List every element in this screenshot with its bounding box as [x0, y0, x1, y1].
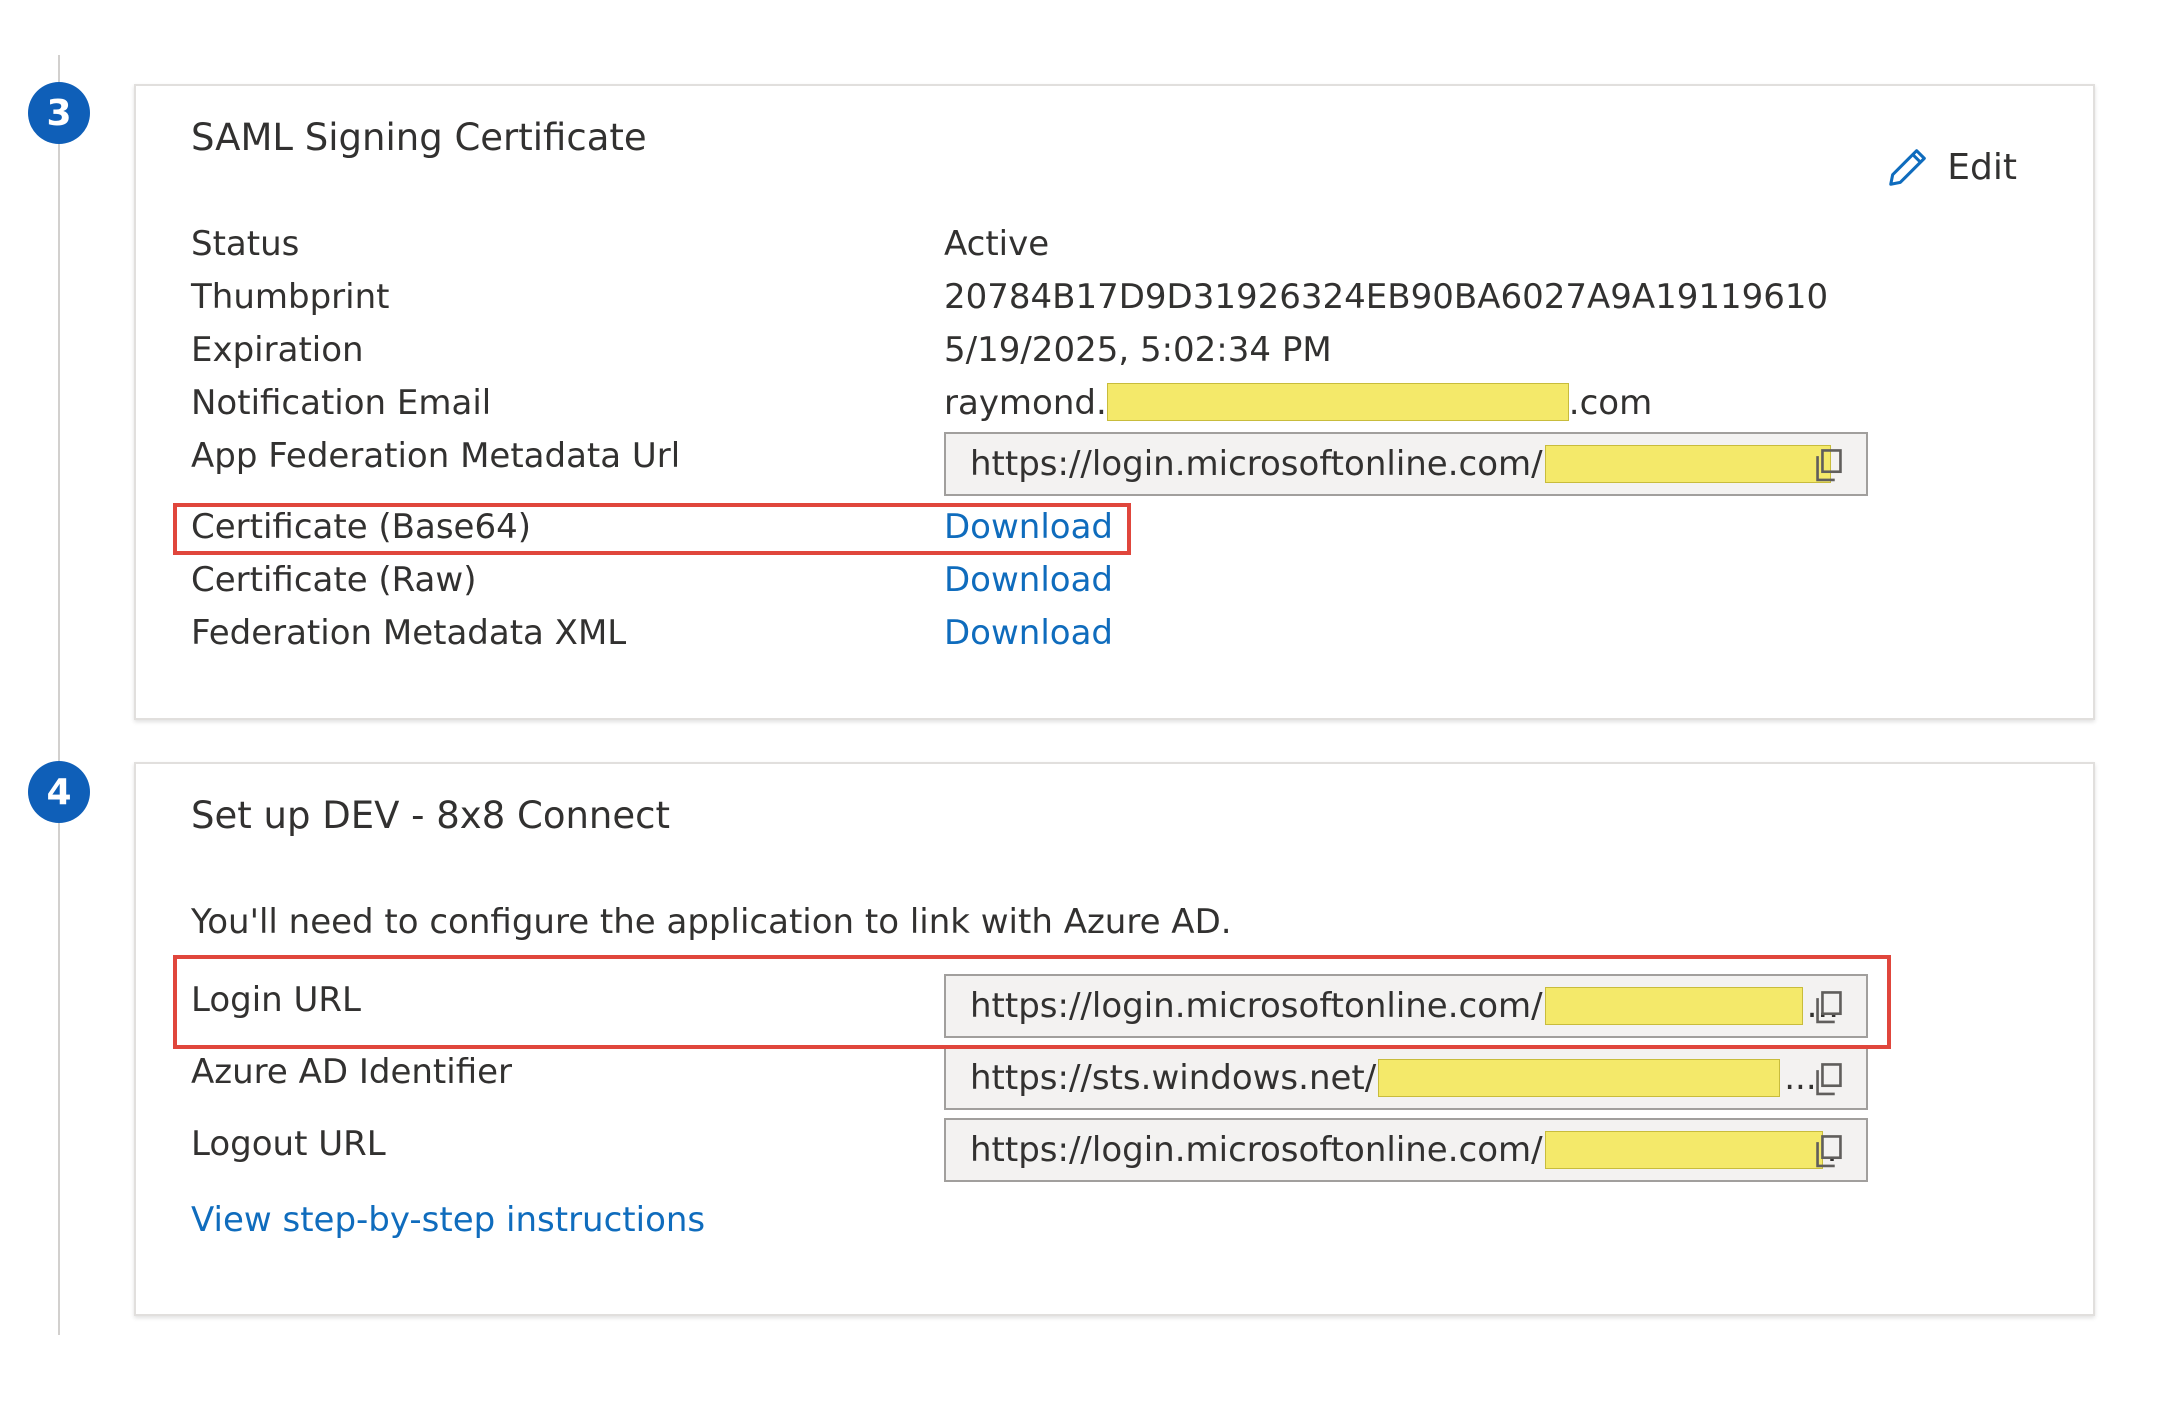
setup-card-title: Set up DEV - 8x8 Connect: [191, 794, 670, 837]
step-4-badge: 4: [28, 761, 90, 823]
thumbprint-value: 20784B17D9D31926324EB90BA6027A9A19119610: [944, 277, 1829, 317]
login-url-field[interactable]: https://login.microsoftonline.com/ ...: [944, 974, 1868, 1038]
thumbprint-label: Thumbprint: [191, 277, 390, 317]
certificate-base64-download-link[interactable]: Download: [944, 505, 1113, 549]
pencil-icon: [1889, 149, 1927, 186]
view-instructions-link[interactable]: View step-by-step instructions: [191, 1198, 705, 1242]
azure-ad-identifier-redaction: [1378, 1059, 1781, 1097]
federation-metadata-xml-label: Federation Metadata XML: [191, 613, 627, 653]
login-url-label: Login URL: [191, 980, 361, 1020]
step-timeline: [58, 55, 60, 1335]
notification-email-value: raymond. .com: [944, 381, 1652, 425]
azure-ad-identifier-label: Azure AD Identifier: [191, 1052, 513, 1092]
edit-button[interactable]: Edit: [1885, 144, 2017, 190]
metadata-url-text: https://login.microsoftonline.com/: [970, 444, 1543, 484]
logout-url-label: Logout URL: [191, 1124, 386, 1164]
azure-ad-identifier-text: https://sts.windows.net/: [970, 1058, 1377, 1098]
setup-description: You'll need to configure the application…: [191, 902, 1232, 942]
status-label: Status: [191, 224, 300, 264]
saml-signing-certificate-card: SAML Signing Certificate Edit Status Act…: [134, 84, 2095, 720]
metadata-url-label: App Federation Metadata Url: [191, 436, 681, 476]
certificate-base64-label: Certificate (Base64): [191, 507, 531, 547]
login-url-redaction: [1544, 987, 1803, 1025]
email-prefix: raymond.: [944, 383, 1107, 423]
edit-label: Edit: [1947, 146, 2017, 188]
certificate-raw-download-link[interactable]: Download: [944, 558, 1113, 602]
certificate-raw-label: Certificate (Raw): [191, 560, 477, 600]
step-3-badge: 3: [28, 82, 90, 144]
logout-url-redaction: [1544, 1131, 1823, 1169]
copy-icon[interactable]: [1812, 448, 1846, 484]
metadata-url-field[interactable]: https://login.microsoftonline.com/: [944, 432, 1868, 496]
copy-icon[interactable]: [1812, 1134, 1846, 1170]
federation-metadata-xml-download-link[interactable]: Download: [944, 611, 1113, 655]
setup-application-card: Set up DEV - 8x8 Connect You'll need to …: [134, 762, 2095, 1316]
logout-url-field[interactable]: https://login.microsoftonline.com/ .: [944, 1118, 1868, 1182]
azure-ad-identifier-field[interactable]: https://sts.windows.net/ ...: [944, 1046, 1868, 1110]
copy-icon[interactable]: [1812, 990, 1846, 1026]
saml-configuration-page: 3 SAML Signing Certificate Edit Status A…: [0, 0, 2166, 1404]
saml-card-title: SAML Signing Certificate: [191, 116, 647, 159]
expiration-value: 5/19/2025, 5:02:34 PM: [944, 330, 1332, 370]
notification-email-label: Notification Email: [191, 383, 492, 423]
status-value: Active: [944, 224, 1050, 264]
logout-url-text: https://login.microsoftonline.com/: [970, 1130, 1543, 1170]
email-redaction: [1106, 382, 1569, 421]
expiration-label: Expiration: [191, 330, 364, 370]
copy-icon[interactable]: [1812, 1062, 1846, 1098]
login-url-text: https://login.microsoftonline.com/: [970, 986, 1543, 1026]
email-suffix: .com: [1568, 383, 1653, 423]
metadata-url-redaction: [1544, 445, 1831, 483]
